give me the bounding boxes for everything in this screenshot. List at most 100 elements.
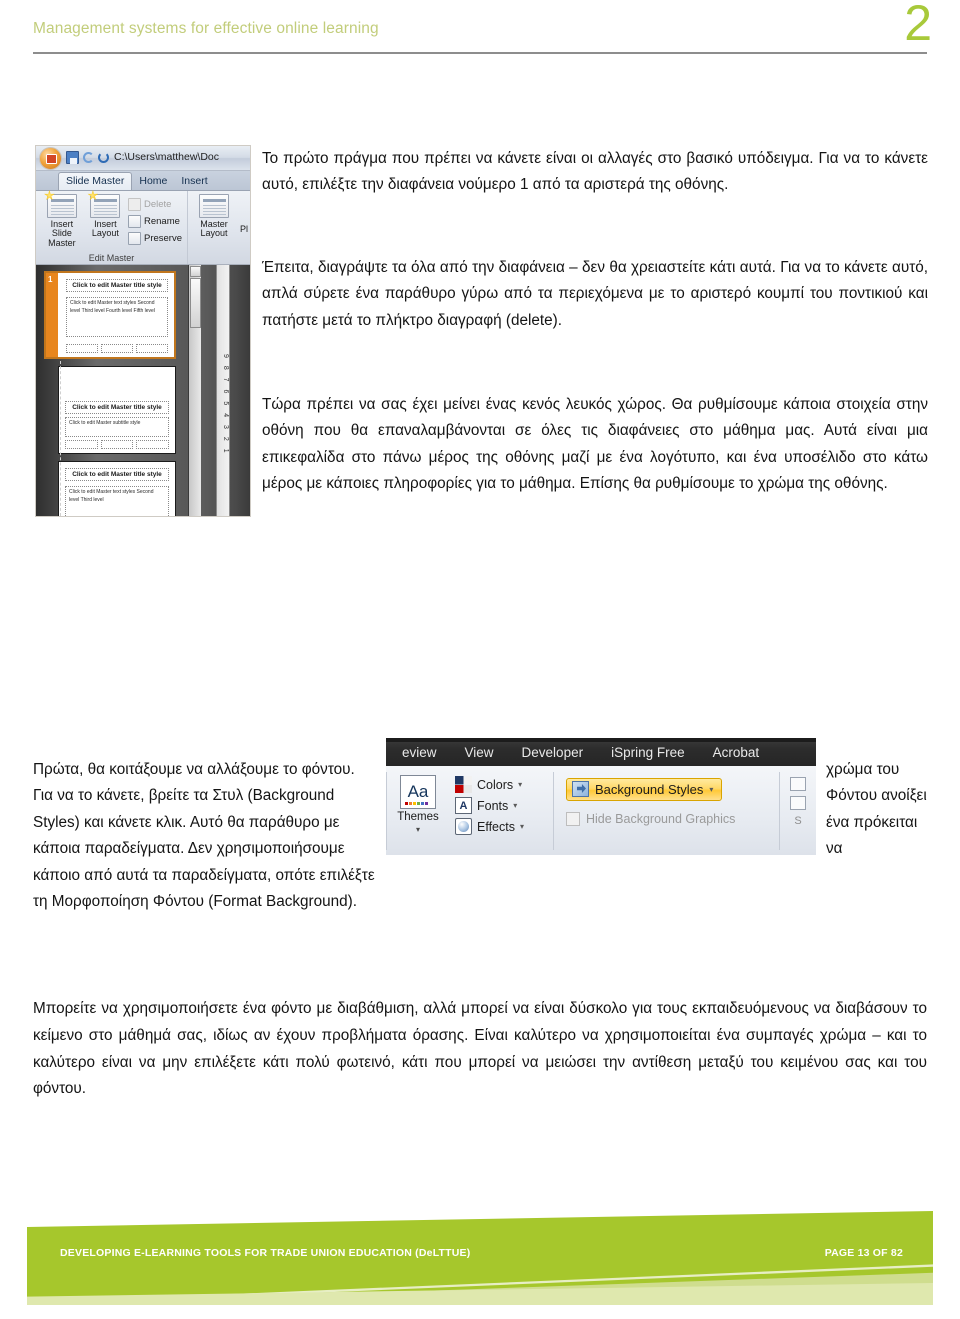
ppt-vertical-ruler: 9 8 7 6 5 4 3 2 1 xyxy=(216,265,230,516)
ppt-thumbnail-layout-2: Click to edit Master title style Click t… xyxy=(58,366,176,454)
effects-button: Effects ▾ xyxy=(455,818,553,835)
footer-page-indicator: PAGE 13 OF 82 xyxy=(824,1247,903,1259)
paragraph-middle-right: χρώμα του Φόντου ανοίξει ένα πρόκειται ν… xyxy=(826,761,927,858)
footer-project-title: DEVELOPING E-LEARNING TOOLS FOR TRADE UN… xyxy=(60,1247,471,1259)
ppt-thumbnail-pane: 1 Click to edit Master title style Click… xyxy=(36,265,188,516)
hide-background-graphics-label: Hide Background Graphics xyxy=(586,812,736,826)
ppt-thumbnail-scrollbar xyxy=(188,265,201,516)
ppt-thumb3-body-placeholder: Click to edit Master text styles Second … xyxy=(65,486,169,516)
save-icon xyxy=(66,151,79,164)
theme-color-swatches xyxy=(405,802,428,805)
design-ribbon-body: Aa Themes ▾ Colors ▾ A Fonts ▾ Effects ▾… xyxy=(386,766,816,855)
ppt-tab-slide-master: Slide Master xyxy=(58,172,133,190)
powerpoint-slide-master-screenshot: C:\Users\matthew\Doc Slide Master Home I… xyxy=(35,145,251,517)
ppt-thumb-title-placeholder: Click to edit Master title style xyxy=(66,279,168,292)
ribbon-tab-view: View xyxy=(464,744,494,760)
document-page: Management systems for effective online … xyxy=(0,0,960,1319)
ppt-thumbnail-slide-1: 1 Click to edit Master title style Click… xyxy=(44,271,176,359)
quick-access-toolbar xyxy=(66,151,109,164)
master-layout-label-l2: Layout xyxy=(200,228,228,239)
ppt-thumb3-title-placeholder: Click to edit Master title style xyxy=(65,468,169,481)
fonts-icon: A xyxy=(455,797,472,814)
header-divider-rule xyxy=(33,52,927,54)
ppt-thumbnail-connector-line xyxy=(60,361,61,516)
ppt-title-bar: C:\Users\matthew\Doc xyxy=(36,146,250,171)
ppt-tab-insert: Insert xyxy=(181,175,208,187)
background-styles-label: Background Styles xyxy=(595,781,704,797)
page-header: Management systems for effective online … xyxy=(0,0,960,62)
hide-background-graphics-checkbox-row: Hide Background Graphics xyxy=(566,812,779,826)
insert-layout-icon xyxy=(87,190,121,218)
paragraph-3: Τώρα πρέπει να σας έχει μείνει ένας κενό… xyxy=(262,396,928,492)
chevron-down-icon: ▾ xyxy=(518,780,523,789)
rename-icon xyxy=(127,214,141,228)
themes-label: Themes xyxy=(397,811,439,823)
background-styles-button: Background Styles ▾ xyxy=(566,778,723,801)
insert-slide-master-label-l1: Insert Slide xyxy=(50,219,74,239)
ribbon-partial-label: S xyxy=(794,815,802,827)
ribbon-tab-review: eview xyxy=(402,744,437,760)
scrollbar-thumb xyxy=(190,278,201,328)
footer-wedge-bottom xyxy=(27,1283,933,1305)
ppt-group-edit-master: Insert Slide Master Insert Layout Delete xyxy=(36,190,188,264)
ppt-preserve-button: Preserve xyxy=(127,230,182,246)
ppt-edit-master-group-label: Edit Master xyxy=(88,253,135,263)
footer-wedge-top xyxy=(27,1211,933,1227)
design-ribbon-tab-bar: eview View Developer iSpring Free Acroba… xyxy=(386,738,816,766)
preserve-icon xyxy=(127,231,141,245)
colors-button: Colors ▾ xyxy=(455,776,553,793)
paint-bucket-icon xyxy=(572,781,589,797)
themes-gallery-button: Aa Themes ▾ xyxy=(387,769,449,855)
ribbon-tab-acrobat: Acrobat xyxy=(712,744,760,760)
header-chapter-number: 2 xyxy=(904,0,932,51)
insert-slide-master-label-l2: Master xyxy=(48,237,76,248)
effects-icon xyxy=(455,818,472,835)
colors-icon xyxy=(455,776,472,793)
themes-glyph: Aa xyxy=(407,782,429,801)
ppt-thumbnail-layout-3: Click to edit Master title style Click t… xyxy=(58,461,176,516)
chevron-down-icon: ▾ xyxy=(709,784,714,794)
ppt-thumbnail-number: 1 xyxy=(48,275,53,284)
colors-label: Colors xyxy=(477,777,514,792)
paragraph-1: Το πρώτο πράγμα που πρέπει να κάνετε είν… xyxy=(262,150,928,194)
paragraph-4: Μπορείτε να χρησιμοποιήσετε ένα φόντο με… xyxy=(33,1000,927,1098)
ppt-insert-layout-button: Insert Layout xyxy=(87,190,123,248)
ribbon-tab-ispring-free: iSpring Free xyxy=(611,744,685,760)
background-group: Background Styles ▾ Hide Background Grap… xyxy=(554,769,779,855)
effects-label: Effects xyxy=(477,819,515,834)
fonts-label: Fonts xyxy=(477,798,509,813)
ppt-preserve-label: Preserve xyxy=(143,232,182,244)
redo-icon xyxy=(98,152,109,163)
ppt-placeholders-partial-label: Pl xyxy=(239,224,248,234)
insert-slide-master-icon xyxy=(44,190,77,218)
ribbon-tab-developer: Developer xyxy=(521,744,584,760)
ppt-delete-button: Delete xyxy=(127,196,182,212)
insert-layout-label-l2: Layout xyxy=(91,228,119,239)
delete-icon xyxy=(127,197,141,211)
page-setup-icon xyxy=(790,777,806,791)
ppt-ribbon-tabs: Slide Master Home Insert xyxy=(36,171,250,191)
ppt-editor-body: 1 Click to edit Master title style Click… xyxy=(36,265,250,516)
ppt-document-path: C:\Users\matthew\Doc xyxy=(114,151,220,163)
slide-orientation-icon xyxy=(790,796,806,810)
chevron-down-icon: ▾ xyxy=(415,824,420,834)
themes-icon: Aa xyxy=(400,775,436,809)
fonts-button: A Fonts ▾ xyxy=(455,797,553,814)
office-orb-icon xyxy=(39,147,62,170)
ppt-thumb2-body-placeholder: Click to edit Master subtitle style xyxy=(65,417,169,437)
checkbox-icon xyxy=(566,812,580,826)
ppt-ribbon-edit-master-group: Insert Slide Master Insert Layout Delete xyxy=(36,190,250,265)
ppt-rename-button: Rename xyxy=(127,213,182,229)
ribbon-partial-right-group: S xyxy=(780,769,816,855)
master-layout-icon xyxy=(198,194,229,218)
header-title: Management systems for effective online … xyxy=(33,20,379,37)
scroll-up-arrow-icon xyxy=(190,266,201,277)
ppt-rename-label: Rename xyxy=(143,215,180,227)
ppt-thumb-footer-placeholders xyxy=(66,344,168,353)
page-footer-banner: DEVELOPING E-LEARNING TOOLS FOR TRADE UN… xyxy=(27,1211,933,1305)
powerpoint-design-ribbon-screenshot: eview View Developer iSpring Free Acroba… xyxy=(386,738,816,855)
ppt-thumb2-footer-placeholders xyxy=(65,440,170,449)
paragraph-2: Έπειτα, διαγράψτε τα όλα από την διαφάνε… xyxy=(262,259,928,329)
ppt-delete-label: Delete xyxy=(143,198,172,210)
ppt-slide-canvas: 9 8 7 6 5 4 3 2 1 xyxy=(201,265,250,516)
